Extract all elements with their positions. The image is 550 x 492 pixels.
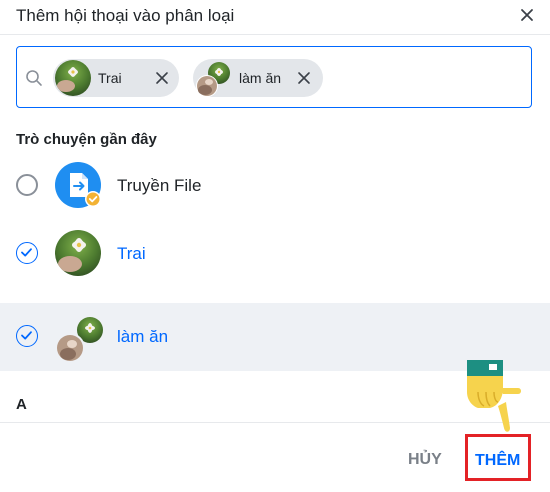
conversation-row[interactable]: Truyền File [0, 152, 550, 220]
cancel-button[interactable]: HỦY [408, 451, 442, 469]
conversation-row[interactable]: Trai [0, 220, 550, 288]
avatar [55, 230, 101, 276]
radio-unchecked[interactable] [16, 174, 38, 196]
pointing-hand-icon [467, 360, 521, 432]
search-icon [26, 70, 42, 86]
conversation-name: Truyền File [117, 176, 202, 195]
radio-checked[interactable] [16, 325, 38, 347]
group-avatar [195, 60, 231, 97]
conversation-name: Trai [117, 244, 146, 263]
remove-chip-icon[interactable] [155, 71, 169, 85]
chip-label: làm ăn [239, 70, 282, 86]
dialog-header: Thêm hội thoại vào phân loại [0, 0, 550, 35]
remove-chip-icon[interactable] [297, 71, 311, 85]
add-button-label: THÊM [475, 452, 521, 469]
alphabet-section-header: A [16, 396, 27, 413]
dialog-title: Thêm hội thoại vào phân loại [16, 6, 235, 25]
search-input[interactable]: Trai làm ăn [16, 46, 532, 108]
conversation-name: làm ăn [117, 327, 169, 346]
close-icon [521, 9, 533, 21]
close-button[interactable] [516, 4, 538, 26]
selected-chip-trai: Trai [53, 59, 179, 97]
selected-chip-lam-an: làm ăn [193, 59, 323, 97]
add-button[interactable]: THÊM [465, 434, 531, 481]
section-title-recent: Trò chuyện gần đây [16, 131, 157, 148]
check-icon [21, 248, 32, 257]
avatar [55, 60, 91, 96]
radio-checked[interactable] [16, 242, 38, 264]
file-transfer-icon [55, 162, 101, 208]
group-avatar [55, 313, 105, 363]
check-icon [21, 331, 32, 340]
chip-label: Trai [98, 70, 122, 86]
